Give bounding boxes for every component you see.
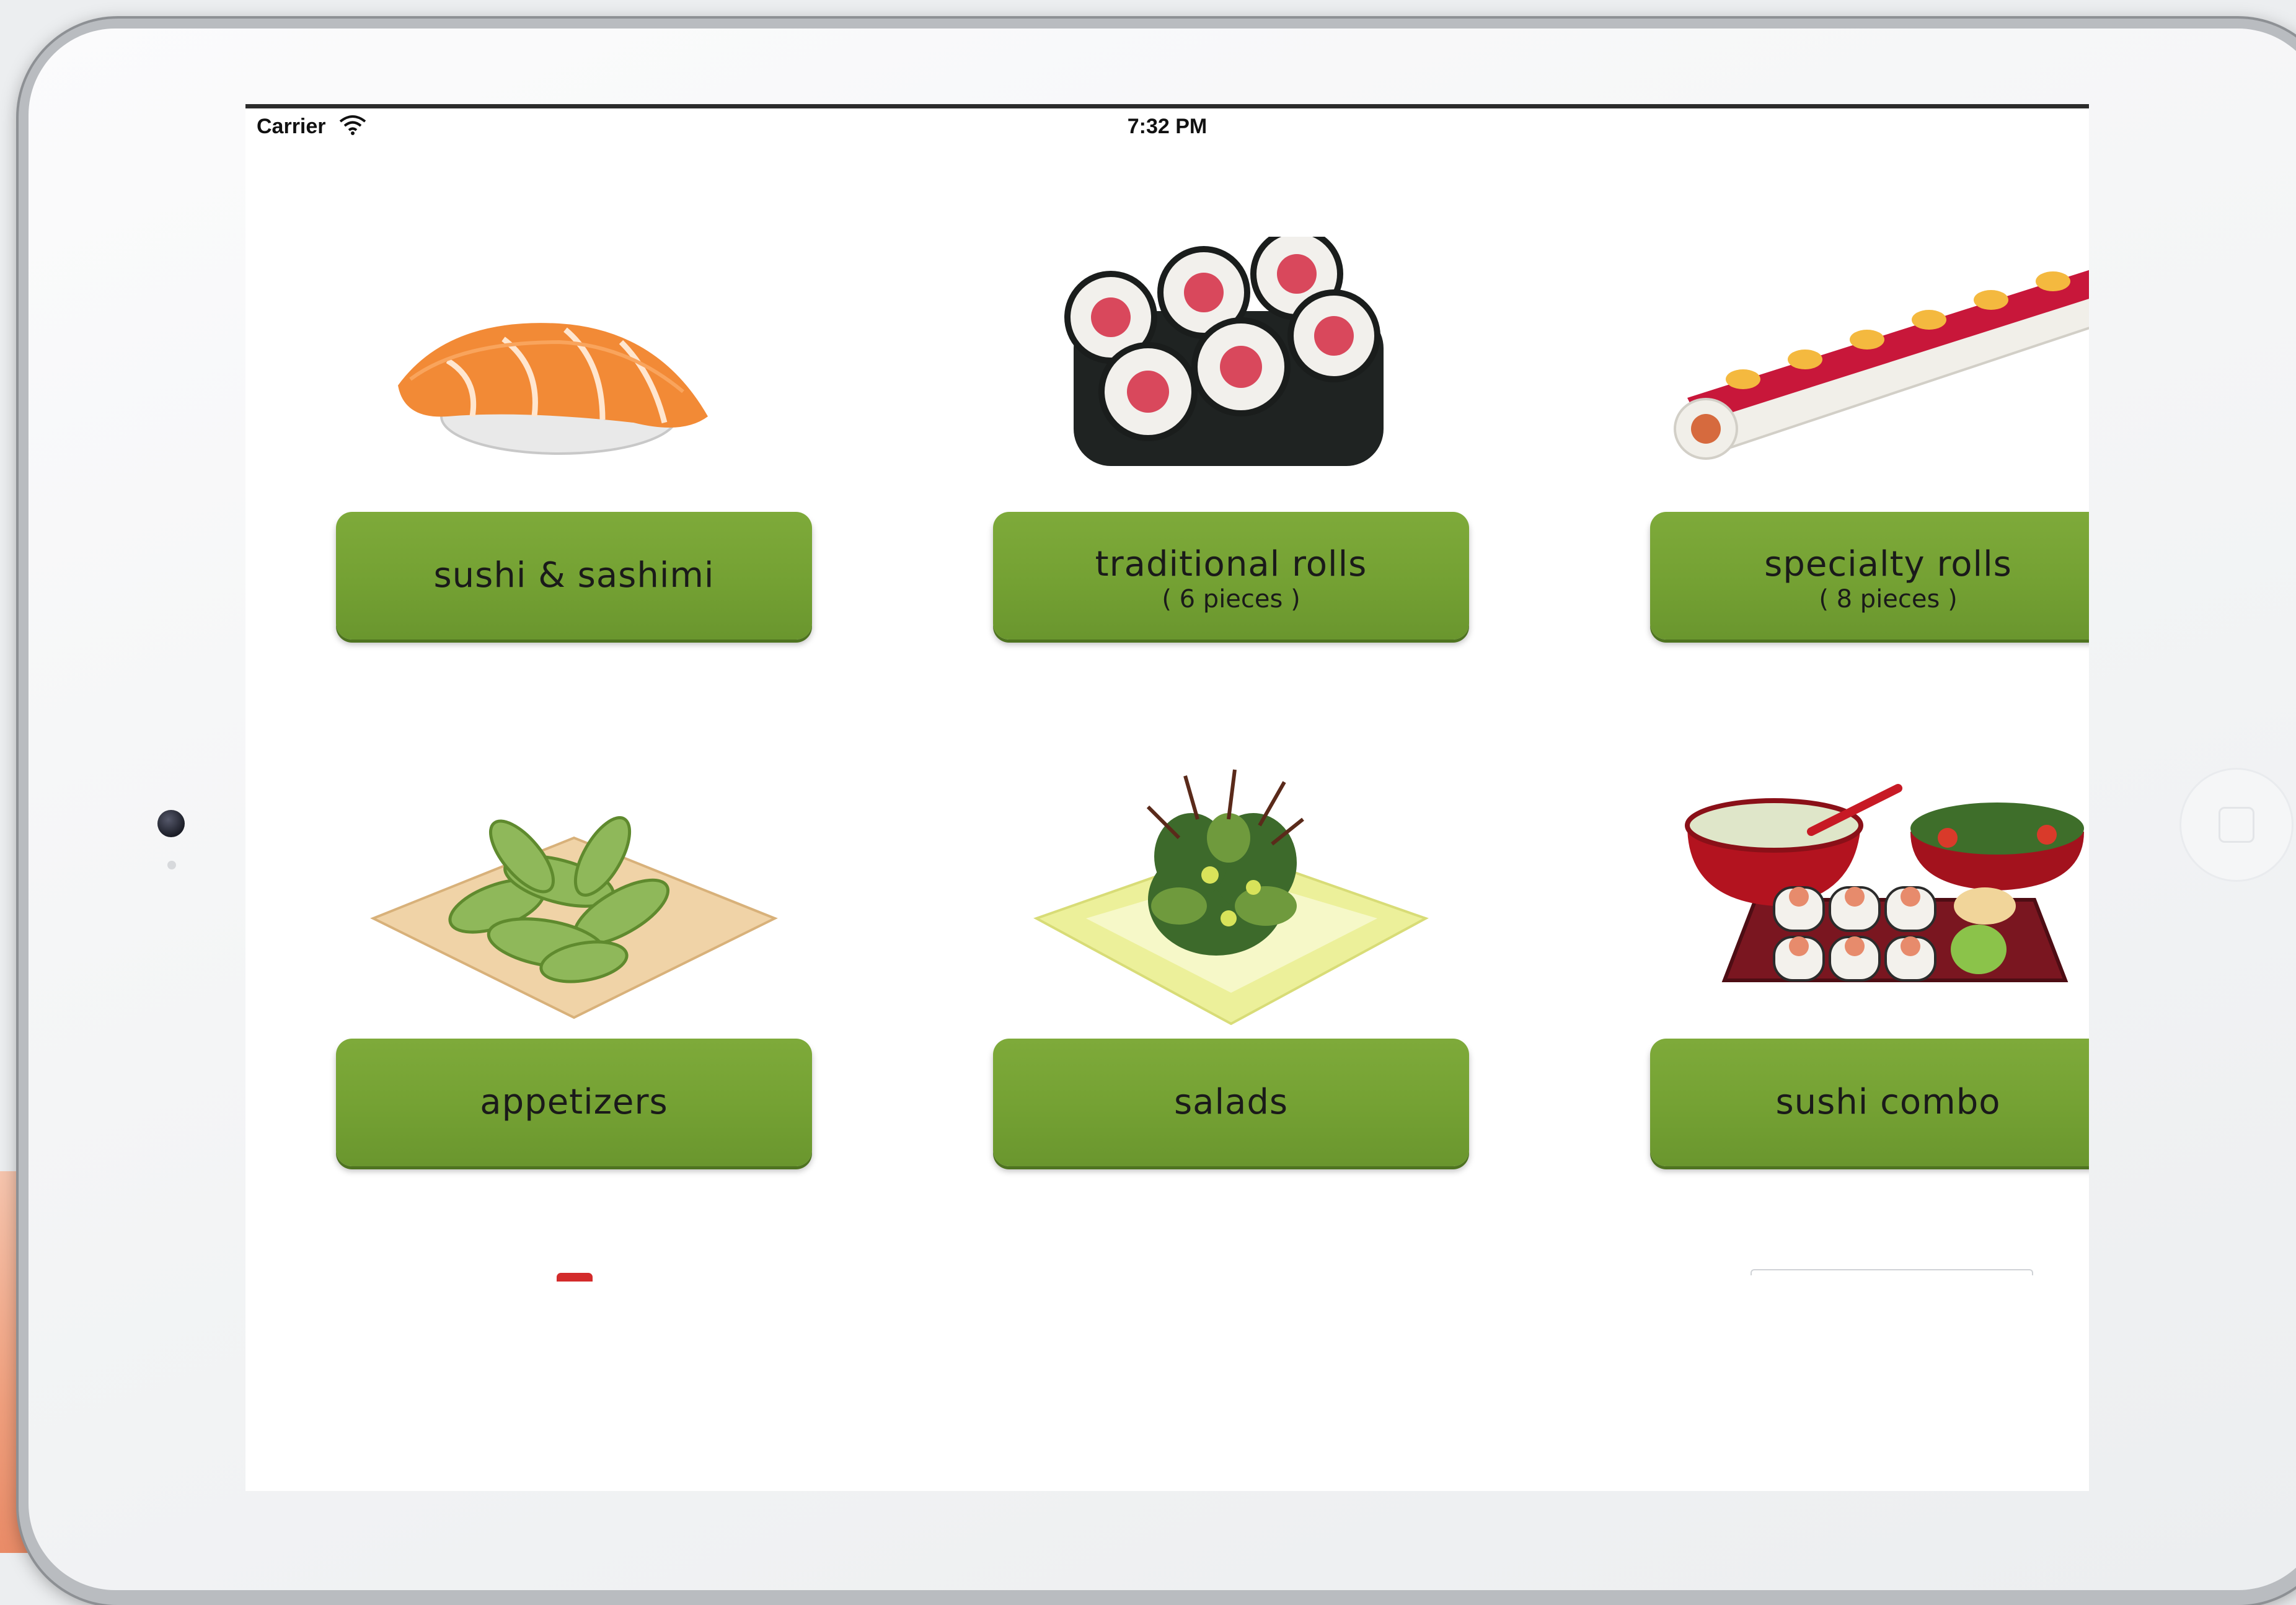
specialty-roll-icon[interactable] xyxy=(1650,237,2089,503)
category-sublabel: ( 6 pieces ) xyxy=(1162,585,1300,613)
category-label: sushi combo xyxy=(1775,1082,2001,1122)
traditional-rolls-button[interactable]: traditional rolls ( 6 pieces ) xyxy=(993,512,1469,640)
sushi-combo-icon[interactable] xyxy=(1650,763,2089,1030)
status-time: 7:32 PM xyxy=(1127,115,1208,138)
next-row-image-fragment xyxy=(557,1273,593,1282)
next-row-image-fragment xyxy=(1751,1269,2033,1275)
category-sublabel: ( 8 pieces ) xyxy=(1819,585,1958,613)
sushi-combo-button[interactable]: sushi combo xyxy=(1650,1039,2089,1166)
app-screen: Carrier 7:32 PM sushi & sashimi traditio… xyxy=(245,104,2089,1491)
screen-top-edge xyxy=(245,104,2089,108)
sushi-sashimi-button[interactable]: sushi & sashimi xyxy=(336,512,812,640)
home-square-icon xyxy=(2219,807,2254,843)
appetizers-button[interactable]: appetizers xyxy=(336,1039,812,1166)
status-bar: Carrier 7:32 PM xyxy=(245,108,2089,146)
front-camera xyxy=(157,810,185,837)
edamame-icon[interactable] xyxy=(336,763,812,1030)
category-label: specialty rolls xyxy=(1764,544,2012,584)
category-label: salads xyxy=(1173,1082,1289,1122)
maki-rolls-icon[interactable] xyxy=(993,227,1469,503)
nigiri-sushi-icon[interactable] xyxy=(336,237,812,503)
category-label: appetizers xyxy=(480,1082,668,1122)
category-label: traditional rolls xyxy=(1095,544,1367,584)
salad-icon[interactable] xyxy=(993,763,1469,1030)
category-label: sushi & sashimi xyxy=(433,555,715,596)
light-sensor xyxy=(167,861,176,869)
home-button[interactable] xyxy=(2179,768,2294,882)
specialty-rolls-button[interactable]: specialty rolls ( 8 pieces ) xyxy=(1650,512,2089,640)
salads-button[interactable]: salads xyxy=(993,1039,1469,1166)
